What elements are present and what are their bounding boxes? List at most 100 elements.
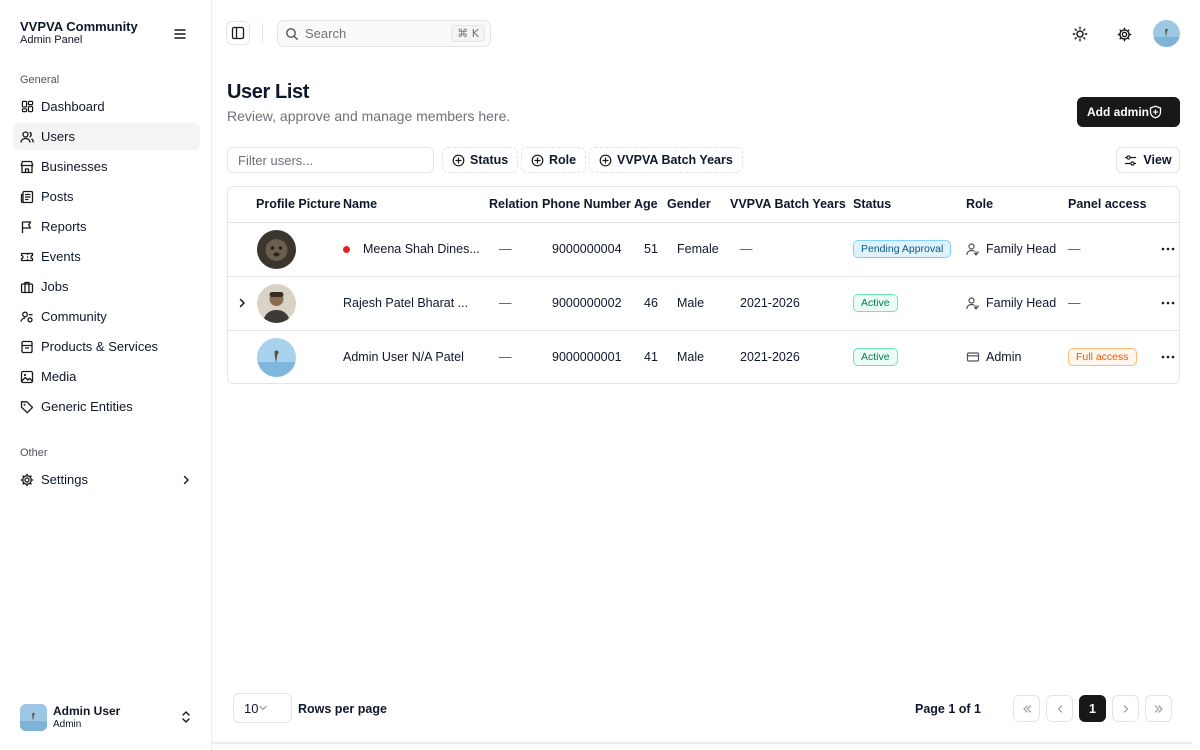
settings-button[interactable] [1113,23,1135,45]
filter-users-input[interactable] [227,147,434,173]
sidebar-item-label: Businesses [41,159,108,174]
relation-cell: — [489,222,542,277]
column-header-age[interactable]: Age [634,187,667,223]
avatar [20,703,47,731]
phone-cell: 9000000001 [552,350,622,365]
more-actions-button[interactable] [1154,355,1179,359]
expand-row-button[interactable] [228,298,256,308]
name-cell: Rajesh Patel Bharat ... [343,276,489,331]
filter-status-button[interactable]: Status [442,147,519,173]
brand: VVPVA Community Admin Panel [20,19,138,47]
view-options-button[interactable]: View [1116,147,1180,173]
rows-per-page-select[interactable]: 10 [233,693,292,723]
table-row[interactable]: Meena Shah Dines... — 9000000004 51 Fema… [228,222,1179,277]
column-header-status[interactable]: Status [853,187,966,223]
sidebar-toggle-button[interactable] [226,21,250,45]
sidebar-item-posts[interactable]: Posts [13,183,200,210]
column-header-role[interactable]: Role [966,187,1068,223]
gear-icon [20,473,34,487]
search-input[interactable]: Search ⌘ K [277,20,491,47]
sidebar-item-reports[interactable]: Reports [13,213,200,240]
sidebar-item-community[interactable]: Community [13,303,200,330]
sidebar-item-generic-entities[interactable]: Generic Entities [13,393,200,420]
first-page-button[interactable] [1013,695,1040,722]
table-row[interactable]: Admin User N/A Patel — 9000000001 41 Mal… [228,330,1179,383]
relation-cell: — [489,276,542,331]
table-row[interactable]: Rajesh Patel Bharat ... — 9000000002 46 … [228,276,1179,331]
role-cell: Family Head [966,222,1068,277]
filter-role-label: Role [549,153,577,167]
sidebar-item-users[interactable]: Users [13,123,200,150]
more-horizontal-icon [1161,301,1175,305]
column-header-phone-number[interactable]: Phone Number [542,187,634,223]
page-subtitle: Review, approve and manage members here. [227,108,511,124]
divider [262,23,263,43]
page-title: User List [227,81,309,103]
filter-role-button[interactable]: Role [521,147,587,173]
sidebar-item-label: Jobs [41,279,69,294]
actions-cell [1154,276,1179,331]
role-cell: Admin [966,330,1068,383]
page-button-current[interactable]: 1 [1079,695,1106,722]
sidebar-item-products-services[interactable]: Products & Services [13,333,200,360]
sidebar-item-dashboard[interactable]: Dashboard [13,93,200,120]
column-header-actions [1154,187,1179,223]
shield-plus-icon [1149,105,1171,119]
filter-batch-years-button[interactable]: VVPVA Batch Years [589,147,743,173]
sidebar-item-jobs[interactable]: Jobs [13,273,200,300]
panel-left-icon [231,26,245,40]
column-header-batch-years[interactable]: VVPVA Batch Years [730,187,853,223]
status-cell: Active [853,276,966,331]
theme-toggle-button[interactable] [1069,23,1091,45]
sliders-icon [1124,154,1143,167]
previous-page-button[interactable] [1046,695,1073,722]
store-icon [20,160,34,174]
user-round-icon [966,296,986,310]
menu-icon[interactable] [171,25,189,43]
last-page-button[interactable] [1145,695,1172,722]
column-header-gender[interactable]: Gender [667,187,730,223]
rows-per-page-value: 10 [244,700,259,716]
user-round-icon [966,242,986,256]
sidebar-item-label: Generic Entities [41,399,133,414]
column-header-panel-access[interactable]: Panel access [1068,187,1154,223]
more-actions-button[interactable] [1154,247,1179,251]
add-admin-button[interactable]: Add admin [1077,97,1180,127]
add-admin-label: Add admin [1087,105,1149,119]
sidebar-item-label: Products & Services [41,339,159,354]
next-page-button[interactable] [1112,695,1139,722]
phone-cell: 9000000002 [542,276,634,331]
sidebar-item-businesses[interactable]: Businesses [13,153,200,180]
sidebar-item-label: Settings [41,472,88,487]
more-actions-button[interactable] [1154,301,1179,305]
role-cell: Family Head [966,276,1068,331]
sidebar-item-label: Events [41,249,81,264]
sidebar-item-settings[interactable]: Settings [13,466,200,493]
sidebar-nav-other: Settings [13,466,200,496]
sidebar-item-media[interactable]: Media [13,363,200,390]
group-label-other: Other [20,447,48,459]
chevron-right-icon [180,474,192,486]
status-badge: Active [853,294,898,312]
age-cell: 46 [634,276,667,331]
status-cell: Active [853,330,966,383]
chevron-right-icon [1120,703,1132,715]
expand-cell [228,330,256,383]
flag-icon [20,220,34,234]
brand-title: VVPVA Community [20,19,138,34]
sidebar-item-events[interactable]: Events [13,243,200,270]
column-header-name[interactable]: Name [343,187,489,223]
sidebar-user-card[interactable]: Admin User Admin [20,703,198,731]
actions-cell [1154,222,1179,277]
name-cell: Admin User N/A Patel [343,330,489,383]
brand-subtitle: Admin Panel [20,34,83,46]
image-icon [20,370,34,384]
profile-avatar[interactable] [1153,20,1180,47]
chevrons-left-icon [1021,703,1033,715]
column-header-relation[interactable]: Relation [489,187,542,223]
chevron-down-icon [258,703,279,713]
status-badge: Pending Approval [853,240,952,258]
column-header-profile-picture[interactable]: Profile Picture [256,187,343,223]
users-table: Profile Picture Name Relation Phone Numb… [227,186,1180,384]
role-label: Family Head [986,296,1057,310]
